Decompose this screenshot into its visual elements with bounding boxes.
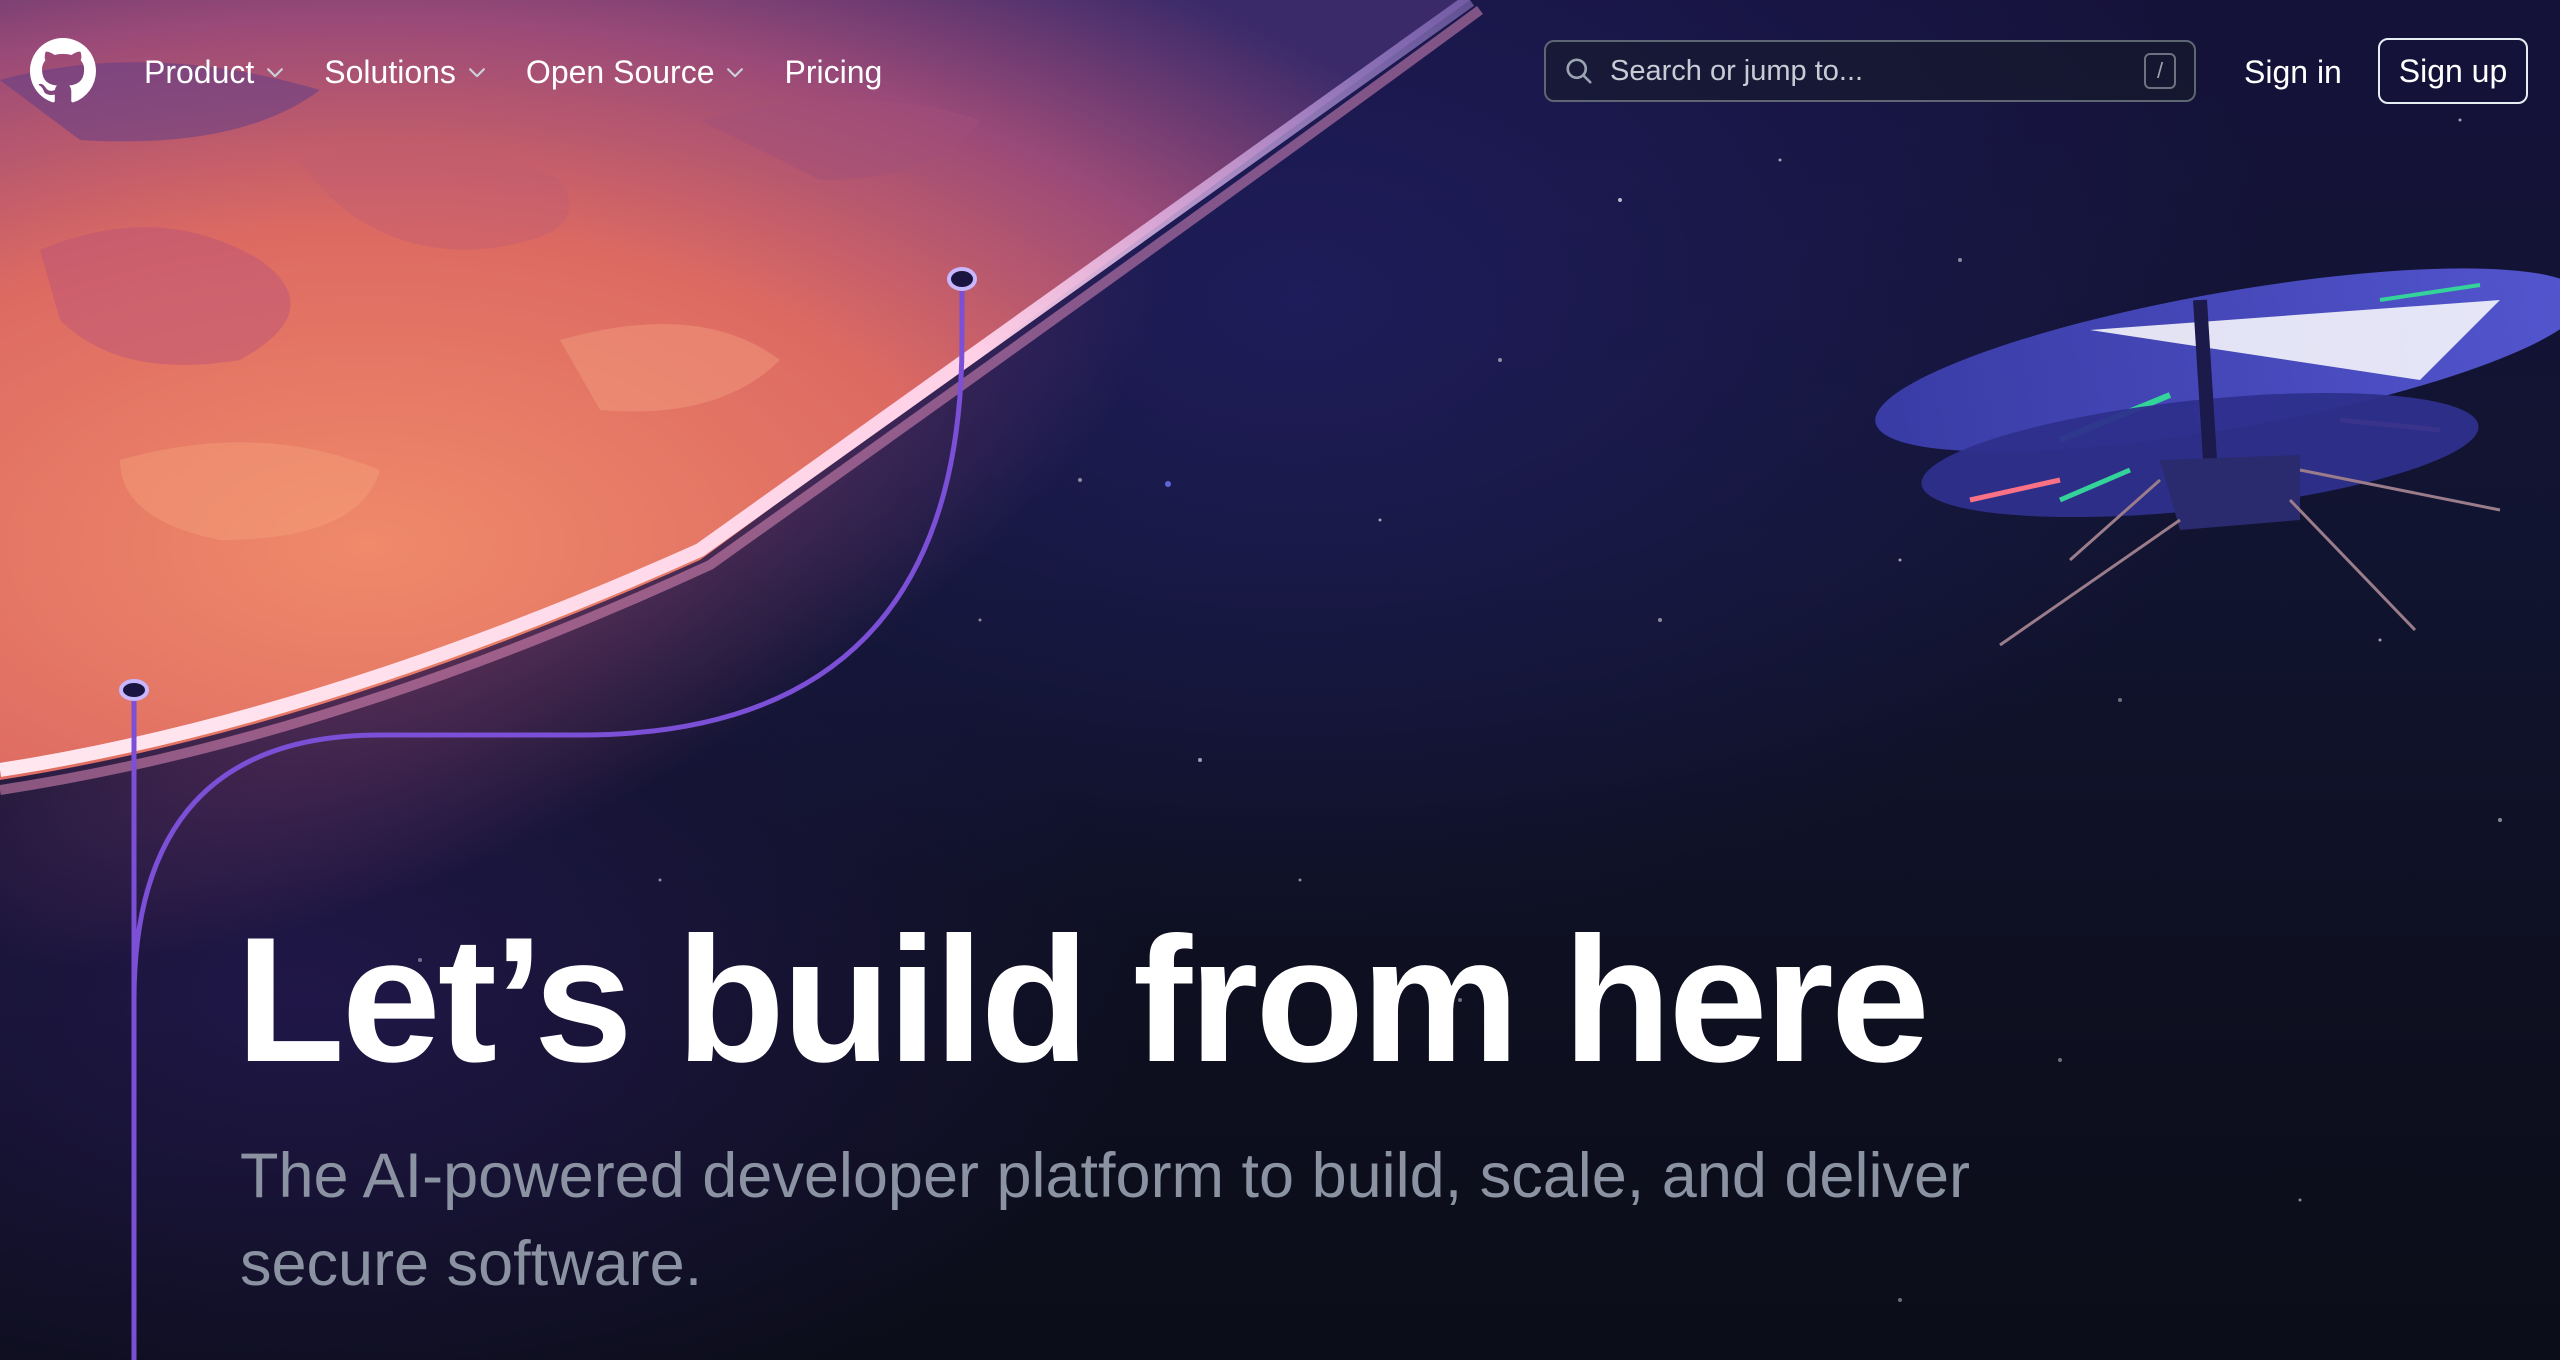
nav-item-label: Solutions	[324, 54, 456, 90]
search-icon	[1566, 58, 1592, 84]
chevron-down-icon	[468, 68, 485, 78]
nav-item-open-source[interactable]: Open Source	[526, 46, 747, 98]
nav-item-label: Product	[144, 54, 255, 90]
github-mark-icon	[30, 38, 96, 103]
nav-item-solutions[interactable]: Solutions	[324, 46, 488, 98]
mars-helicopter	[1875, 268, 2560, 647]
chevron-down-icon	[267, 68, 284, 78]
keyboard-shortcut-hint: /	[2144, 53, 2176, 89]
nav-item-product[interactable]: Product	[144, 46, 286, 98]
hero-subtitle: The AI-powered developer platform to bui…	[240, 1141, 1970, 1299]
sign-up-button[interactable]: Sign up	[2378, 38, 2528, 104]
main-nav: Product Solutions Open Source Pricing	[144, 46, 920, 98]
sign-in-link[interactable]: Sign in	[2244, 46, 2342, 98]
github-logo[interactable]	[30, 38, 96, 104]
nav-item-pricing[interactable]: Pricing	[784, 46, 882, 98]
search-input[interactable]: Search or jump to... /	[1544, 40, 2196, 102]
hero-title: Let’s build from here	[236, 900, 1930, 1099]
nav-item-label: Open Source	[525, 54, 715, 90]
search-placeholder: Search or jump to...	[1610, 54, 1864, 87]
nav-item-label: Pricing	[784, 54, 883, 90]
chevron-down-icon	[727, 68, 744, 78]
hero-stage: Product Solutions Open Source Pricing Se…	[0, 0, 2560, 1360]
site-header: Product Solutions Open Source Pricing Se…	[0, 0, 2560, 144]
